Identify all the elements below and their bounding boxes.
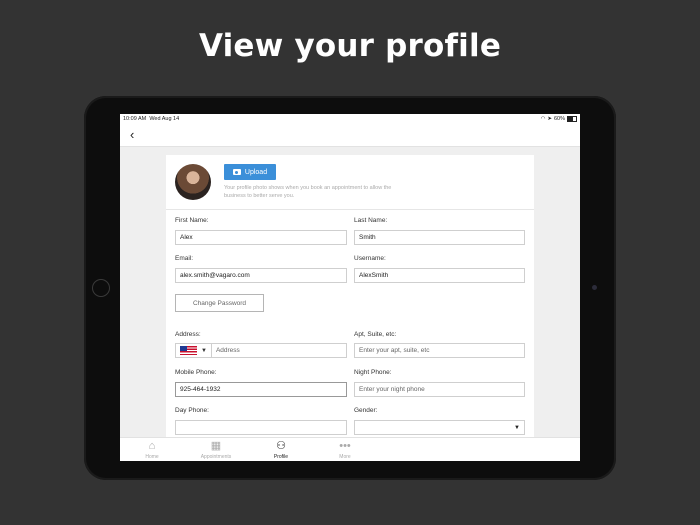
email-field[interactable]: alex.smith@vagaro.com: [175, 268, 347, 283]
calendar-icon: ▦: [210, 440, 222, 452]
back-chevron-icon[interactable]: ‹: [130, 127, 134, 142]
gender-label: Gender:: [354, 407, 378, 414]
address-placeholder: Address: [215, 347, 240, 354]
status-date: Wed Aug 14: [149, 116, 180, 122]
camera-dot: [592, 285, 597, 290]
field-divider: [210, 344, 212, 357]
username-label: Username:: [354, 255, 386, 262]
app-screen: 10:09 AM Wed Aug 14 ◠ ➤ 60% ‹ Upload You…: [120, 114, 580, 461]
apt-field[interactable]: Enter your apt, suite, etc: [354, 343, 525, 358]
tab-appointments[interactable]: ▦ Appointments: [186, 440, 246, 460]
tab-bar: ⌂ Home ▦ Appointments ⚇ Profile ••• More: [120, 437, 580, 461]
profile-form: Upload Your profile photo shows when you…: [166, 155, 534, 455]
profile-photo-section: Upload Your profile photo shows when you…: [166, 155, 534, 210]
status-left: 10:09 AM Wed Aug 14: [123, 116, 179, 122]
photo-note: Your profile photo shows when you book a…: [224, 185, 392, 199]
email-label: Email:: [175, 255, 194, 262]
tab-profile[interactable]: ⚇ Profile: [251, 440, 311, 460]
tab-more-label: More: [339, 454, 351, 460]
us-flag-icon[interactable]: [180, 346, 197, 355]
status-time: 10:09 AM: [123, 116, 147, 122]
day-phone-label: Day Phone:: [175, 407, 209, 414]
chevron-down-icon[interactable]: ▼: [201, 348, 207, 354]
camera-icon: [232, 169, 241, 175]
battery-percent: 60%: [553, 116, 565, 122]
address-label: Address:: [175, 331, 201, 338]
more-icon: •••: [339, 440, 351, 452]
username-field[interactable]: AlexSmith: [354, 268, 525, 283]
change-password-button[interactable]: Change Password: [175, 294, 264, 312]
address-field[interactable]: ▼ Address: [175, 343, 347, 358]
tab-home[interactable]: ⌂ Home: [122, 440, 182, 460]
status-bar: 10:09 AM Wed Aug 14 ◠ ➤ 60%: [120, 114, 580, 124]
home-icon: ⌂: [148, 440, 156, 452]
battery-icon: [567, 116, 577, 122]
home-button: [92, 279, 110, 297]
day-phone-field[interactable]: [175, 420, 347, 435]
select-chevron-down-icon: ▼: [514, 425, 520, 431]
first-name-label: First Name:: [175, 217, 209, 224]
night-phone-field[interactable]: Enter your night phone: [354, 382, 525, 397]
last-name-field[interactable]: Smith: [354, 230, 525, 245]
mobile-phone-label: Mobile Phone:: [175, 369, 217, 376]
headline: View your profile: [198, 28, 502, 64]
tab-more[interactable]: ••• More: [315, 440, 375, 460]
last-name-label: Last Name:: [354, 217, 388, 224]
mobile-phone-field[interactable]: 925-464-1932: [175, 382, 347, 397]
tab-appointments-label: Appointments: [200, 454, 232, 460]
nav-bar: ‹: [120, 124, 580, 147]
apt-label: Apt, Suite, etc:: [354, 331, 397, 338]
location-icon: ➤: [547, 116, 552, 122]
gender-select[interactable]: ▼: [354, 420, 525, 435]
wifi-icon: ◠: [540, 116, 546, 122]
upload-button[interactable]: Upload: [224, 164, 276, 180]
avatar[interactable]: [175, 164, 211, 200]
first-name-field[interactable]: Alex: [175, 230, 347, 245]
night-phone-label: Night Phone:: [354, 369, 392, 376]
tab-home-label: Home: [145, 454, 159, 460]
user-icon: ⚇: [276, 440, 286, 452]
upload-label: Upload: [244, 168, 268, 176]
tab-profile-label: Profile: [273, 454, 289, 460]
status-right: ◠ ➤ 60%: [541, 116, 577, 122]
